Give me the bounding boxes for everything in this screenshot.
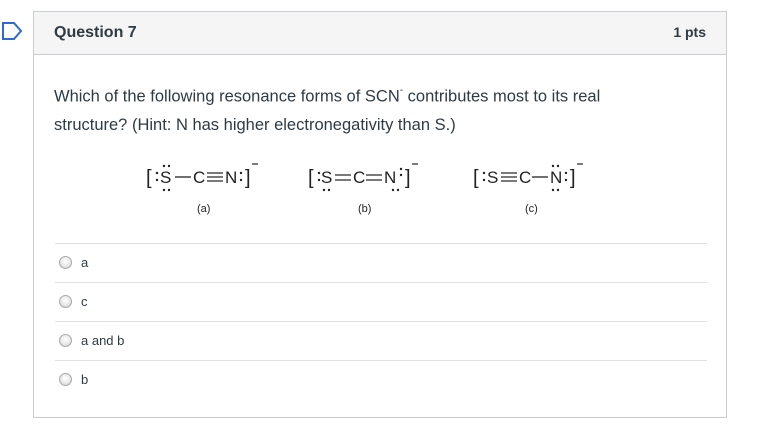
answer-label[interactable]: b [81,372,88,387]
structure-a: [ S C N ] (a) [146,163,258,215]
answer-option-b[interactable]: b [55,360,707,399]
svg-text:]: ] [405,167,411,189]
answer-list: a c a and b b [55,243,707,399]
atom-c-a: C [193,168,205,187]
atom-s-b: S [321,168,332,187]
radio-button[interactable] [59,334,72,347]
resonance-structures-figure: [ S C N ] (a) [ S C N] (b) [S C N] (c… [146,160,616,226]
atom-n-b: N [384,168,396,187]
charge-superscript: - [399,85,404,96]
structure-c: [ S C N ] (c) [473,163,583,215]
question-header: Question 7 1 pts [34,12,726,55]
answer-label[interactable]: a and b [81,333,124,348]
answer-option-c[interactable]: c [55,282,707,321]
svg-text:[: [ [308,167,314,189]
atom-c-b: C [353,168,365,187]
question-card: Question 7 1 pts Which of the following … [33,11,727,418]
answer-label[interactable]: c [81,294,88,309]
question-text-line1-rest: contributes most to its real [403,87,601,106]
atom-s-a: S [160,168,171,187]
svg-text:]: ] [570,167,576,189]
svg-text:[: [ [146,167,152,189]
radio-button[interactable] [59,295,72,308]
structure-b: [ S C N ] (b) [308,163,418,215]
structure-c-label: (c) [525,203,538,215]
bookmark-flag-icon[interactable] [0,21,24,41]
svg-text:[: [ [473,167,479,189]
answer-option-a[interactable]: a [55,243,707,282]
atom-n-c: N [550,168,562,187]
radio-button[interactable] [59,256,72,269]
atom-n-a: N [225,168,237,187]
answer-option-a-and-b[interactable]: a and b [55,321,707,360]
structure-a-label: (a) [197,203,210,215]
question-text-line1: Which of the following resonance forms o… [54,87,400,106]
svg-text:]: ] [245,167,251,189]
structure-b-label: (b) [358,203,371,215]
atom-c-c: C [519,168,531,187]
question-points: 1 pts [673,24,706,40]
question-title: Question 7 [54,24,137,41]
answer-label[interactable]: a [81,255,88,270]
atom-s-c: S [487,168,498,187]
question-text: Which of the following resonance forms o… [54,79,694,139]
radio-button[interactable] [59,373,72,386]
question-text-line2: structure? (Hint: N has higher electrone… [54,115,456,134]
